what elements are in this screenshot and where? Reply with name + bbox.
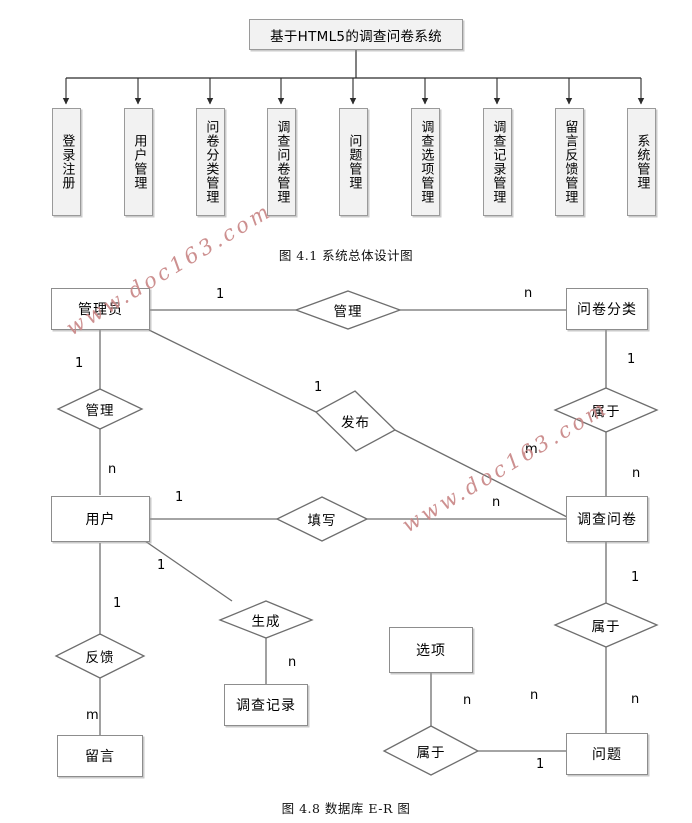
cardinality-label: 1: [75, 356, 84, 371]
relationship-feedback[interactable]: 反馈: [56, 634, 144, 678]
entity-questionnaire[interactable]: 调查问卷: [566, 496, 648, 542]
relationship-label: 属于: [416, 744, 446, 761]
entity-label: 调查问卷: [577, 512, 637, 528]
relationship-label: 生成: [251, 613, 281, 630]
cardinality-label: n: [631, 692, 640, 707]
relationship-publish[interactable]: 发布: [316, 391, 395, 451]
cardinality-label: n: [288, 655, 297, 670]
figure2-caption: 图 4.8 数据库 E-R 图: [281, 801, 411, 816]
entity-admin[interactable]: 管理员: [51, 288, 150, 330]
cardinality-label: n: [108, 462, 117, 477]
cardinality-label: n: [463, 693, 472, 708]
entity-survey-record[interactable]: 调查记录: [224, 684, 308, 726]
relationship-belongs-option[interactable]: 属于: [384, 726, 478, 775]
cardinality-label: n: [632, 466, 641, 481]
cardinality-label: 1: [314, 380, 323, 395]
cardinality-label: 1: [175, 490, 184, 505]
diagram-page: 基于HTML5的调查问卷系统 登录注册 用户管理 问卷分类管理 调查问卷管理 问…: [0, 0, 692, 823]
cardinality-label: 1: [631, 570, 640, 585]
entity-message[interactable]: 留言: [57, 735, 143, 777]
relationship-fill[interactable]: 填写: [277, 497, 367, 541]
cardinality-label: m: [86, 708, 99, 723]
relationship-label: 管理: [333, 304, 363, 320]
relationship-manage-category[interactable]: 管理: [296, 291, 400, 329]
entity-label: 选项: [416, 643, 446, 659]
cardinality-label: 1: [113, 596, 122, 611]
entity-user[interactable]: 用户: [51, 496, 150, 542]
relationship-belongs-question[interactable]: 属于: [555, 603, 657, 647]
relationship-label: 属于: [591, 619, 621, 635]
relationship-belongs-category[interactable]: 属于: [555, 388, 657, 432]
relationship-label: 发布: [341, 415, 370, 431]
cardinality-label: 1: [216, 287, 225, 302]
entity-label: 管理员: [78, 302, 123, 318]
entity-label: 用户: [85, 512, 116, 528]
cardinality-label: n: [492, 495, 501, 510]
entity-label: 留言: [85, 749, 115, 765]
entity-label: 问题: [592, 747, 622, 763]
relationship-generate[interactable]: 生成: [220, 601, 312, 638]
relationship-label: 反馈: [85, 650, 115, 666]
entity-question[interactable]: 问题: [566, 733, 648, 775]
cardinality-label: n: [524, 286, 533, 301]
entity-questionnaire-category[interactable]: 问卷分类: [566, 288, 648, 330]
relationship-manage-user[interactable]: 管理: [58, 389, 142, 429]
relationship-label: 管理: [85, 403, 115, 419]
entity-option[interactable]: 选项: [389, 627, 473, 673]
relationship-label: 填写: [307, 513, 337, 529]
entity-label: 问卷分类: [577, 302, 637, 318]
cardinality-label: n: [530, 688, 539, 703]
relationship-label: 属于: [591, 404, 621, 420]
cardinality-label: m: [525, 442, 538, 457]
cardinality-label: 1: [627, 352, 636, 367]
entity-label: 调查记录: [236, 698, 296, 714]
cardinality-label: 1: [157, 558, 166, 573]
cardinality-label: 1: [536, 757, 545, 772]
